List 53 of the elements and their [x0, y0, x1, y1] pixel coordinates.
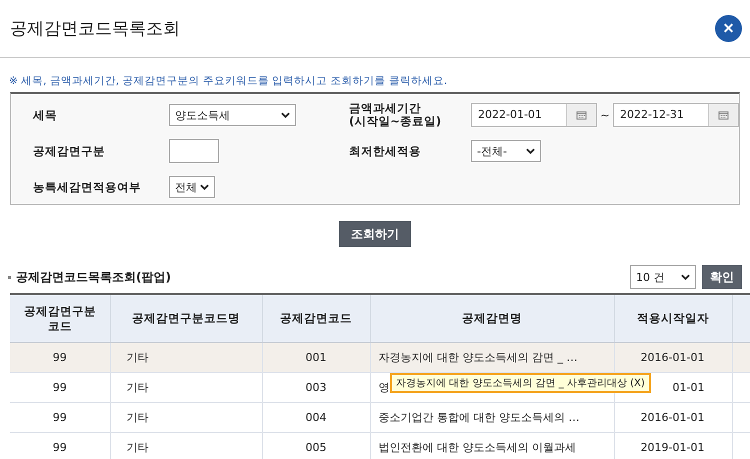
table-cell: 2019-01-01 [614, 432, 732, 459]
page-size-select[interactable]: 10 건 [630, 265, 696, 289]
table-cell: 기타 [110, 432, 262, 459]
table-cell: 기타 [110, 402, 262, 432]
tooltip: 자경농지에 대한 양도소득세의 감면 _ 사후관리대상 (X) [390, 373, 651, 393]
table-cell: 004 [262, 402, 370, 432]
bullet-icon [8, 276, 11, 278]
column-header: 공제감면명 [370, 294, 614, 342]
confirm-button[interactable]: 확인 [702, 265, 742, 289]
calendar-icon [718, 110, 729, 120]
table-cell: 기타 [110, 342, 262, 372]
field-label: 공제감면구분 [33, 144, 106, 158]
table-cell: 001 [262, 342, 370, 372]
section-title: 공제감면코드목록조회(팝업) [16, 268, 172, 286]
table-cell: 005 [262, 432, 370, 459]
min-tax-select[interactable]: -전체- [471, 140, 541, 162]
table-cell: 기타 [110, 372, 262, 402]
field-label: 세목 [33, 108, 58, 122]
table-cell: 2016-01-01 [614, 402, 732, 432]
calendar-icon [576, 110, 587, 120]
chevron-icon [526, 148, 535, 154]
column-header: 적용시작일자 [614, 294, 732, 342]
table-cell: 2016-01-01 [614, 342, 732, 372]
chevron-icon [200, 184, 209, 190]
rural-tax-select[interactable]: 전체 [169, 176, 215, 198]
table-cell: 003 [262, 372, 370, 402]
chevron-icon [281, 112, 290, 118]
table-row[interactable]: 99 기타 004 중소기업간 통합에 대한 양도소득세의 … 2016-01-01 [10, 402, 750, 432]
input-field[interactable] [169, 139, 219, 163]
table-row[interactable]: 99 기타 001 자경농지에 대한 양도소득세의 감면 _ … 2016-01-01 [10, 342, 750, 372]
start-date-field[interactable]: 2022-01-01 [471, 103, 597, 127]
field-label: 농특세감면적용여부 [33, 180, 142, 194]
notice-text: ※ 세목, 금액과세기간, 공제감면구분의 주요키워드를 입력하시고 조회하기를 클릭하세요. [8, 74, 448, 89]
column-header: 공제감면구분코드 [10, 294, 110, 342]
table-cell: 99 [10, 402, 110, 432]
table-row[interactable]: 99 기타 005 법인전환에 대한 양도소득세의 이월과세 2019-01-01 [10, 432, 750, 459]
field-label: 금액과세기간 (시작일~종료일) [349, 102, 442, 128]
field-label: 최저한세적용 [349, 144, 422, 158]
tax-item-select[interactable]: 양도소득세 [169, 104, 296, 126]
table-cell: 자경농지에 대한 양도소득세의 감면 _ … [370, 342, 614, 372]
range-separator: ~ [599, 108, 611, 122]
close-button[interactable]: × [715, 15, 742, 42]
table-cell: 99 [10, 342, 110, 372]
table-cell: 99 [10, 432, 110, 459]
table-cell: 99 [10, 372, 110, 402]
search-button[interactable]: 조회하기 [339, 221, 411, 247]
window-title: 공제감면코드목록조회 [10, 18, 180, 40]
end-date-field[interactable]: 2022-12-31 [613, 103, 739, 127]
table-cell: 중소기업간 통합에 대한 양도소득세의 … [370, 402, 614, 432]
chevron-icon [681, 274, 690, 280]
column-header: 공제감면코드 [262, 294, 370, 342]
column-header: 공제감면구분코드명 [110, 294, 262, 342]
table-cell: 법인전환에 대한 양도소득세의 이월과세 [370, 432, 614, 459]
